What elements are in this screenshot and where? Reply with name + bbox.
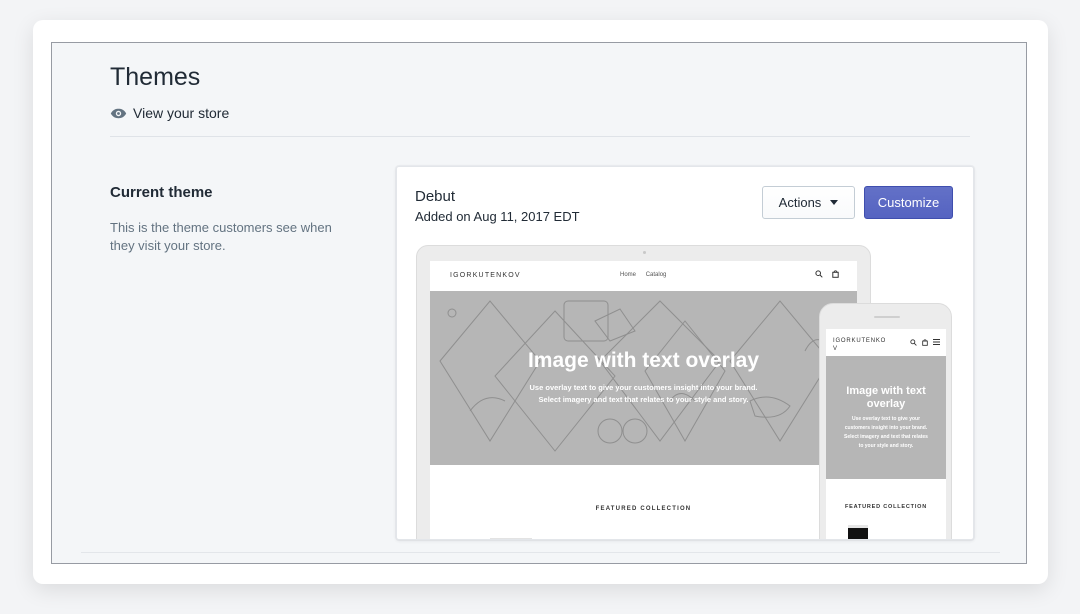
mobile-brand-line: V <box>833 346 838 352</box>
phone-speaker <box>874 316 900 318</box>
themes-page: Themes View your store Current theme Thi… <box>51 42 1027 564</box>
preview-nav: Home Catalog <box>620 272 674 278</box>
mobile-brand: IGORKUTENKO V <box>833 337 886 353</box>
eye-icon <box>110 108 127 118</box>
view-store-label: View your store <box>133 105 230 121</box>
mobile-hero-subtitle-line: Select imagery and text that relates <box>844 434 928 440</box>
theme-added-date: Added on Aug 11, 2017 EDT <box>415 209 580 224</box>
bag-icon <box>832 270 839 278</box>
page-title: Themes <box>110 63 201 91</box>
preview-hero-subtitle-line: Select imagery and text that relates to … <box>538 395 749 404</box>
mobile-featured-heading: FEATURED COLLECTION <box>844 504 927 510</box>
desktop-screen: IGORKUTENKOV Home Catalog Image with tex… <box>430 261 857 539</box>
header-divider <box>110 136 970 137</box>
customize-button[interactable]: Customize <box>864 186 953 219</box>
preview-hero: Image with text overlay Use overlay text… <box>430 291 857 465</box>
hero-illustration <box>439 300 836 452</box>
theme-name: Debut <box>415 188 456 205</box>
preview-header-icons <box>815 270 839 278</box>
preview-product-thumb <box>490 538 532 539</box>
mobile-product-thumb <box>848 525 868 539</box>
mobile-hero-subtitle: Use overlay text to give your customers … <box>826 415 946 451</box>
preview-hero-subtitle: Use overlay text to give your customers … <box>430 382 857 406</box>
mobile-hero: Image with text overlay Use overlay text… <box>826 356 946 479</box>
mobile-header-icons <box>910 339 940 346</box>
search-icon <box>815 270 823 278</box>
mobile-brand-line: IGORKUTENKO <box>833 338 887 344</box>
mobile-preview: IGORKUTENKO V Image with text overlay Us… <box>819 303 952 539</box>
desktop-preview: IGORKUTENKOV Home Catalog Image with tex… <box>416 245 871 539</box>
camera-dot <box>643 251 646 254</box>
mobile-hero-subtitle-line: Use overlay text to give your <box>851 416 921 422</box>
actions-label: Actions <box>778 195 822 210</box>
preview-nav-home: Home <box>620 272 637 278</box>
theme-card: Debut Added on Aug 11, 2017 EDT Actions … <box>396 166 974 540</box>
mobile-hero-subtitle-line: to your style and story. <box>858 443 914 449</box>
bag-icon <box>922 339 928 346</box>
preview-hero-title: Image with text overlay <box>527 349 760 372</box>
current-theme-description: This is the theme customers see when the… <box>110 220 332 253</box>
preview-nav-catalog: Catalog <box>645 272 667 278</box>
current-theme-title: Current theme <box>110 184 213 201</box>
search-icon <box>910 339 917 346</box>
view-store-link[interactable]: View your store <box>110 105 229 121</box>
mobile-screen: IGORKUTENKO V Image with text overlay Us… <box>826 329 946 539</box>
preview-hero-subtitle-line: Use overlay text to give your customers … <box>529 383 758 392</box>
mobile-hero-title: Image with text overlay <box>846 385 926 410</box>
preview-brand: IGORKUTENKOV <box>450 272 521 279</box>
preview-featured-heading: FEATURED COLLECTION <box>595 506 692 512</box>
hamburger-menu-icon <box>933 339 940 345</box>
actions-button[interactable]: Actions <box>762 186 855 219</box>
bottom-divider <box>81 552 1000 553</box>
caret-down-icon <box>830 200 839 205</box>
mobile-hero-subtitle-line: customers insight into your brand. <box>844 425 928 431</box>
